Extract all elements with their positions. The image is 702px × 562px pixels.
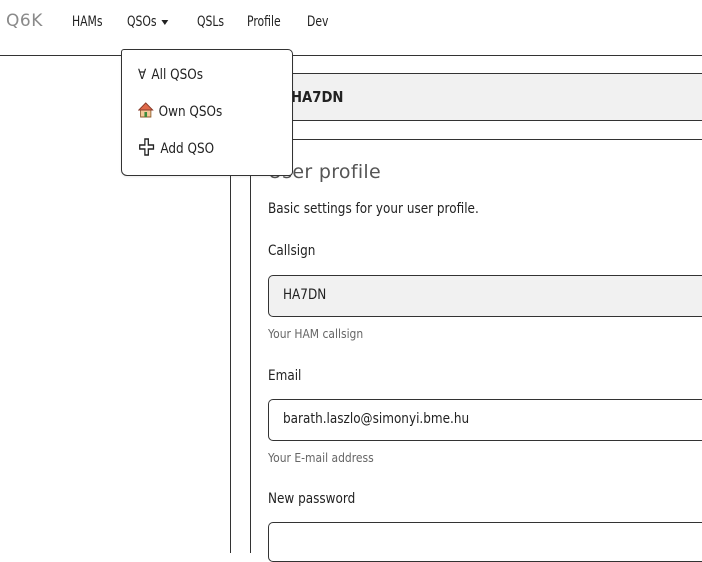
new-password-field[interactable] [268, 522, 702, 562]
brand-logo[interactable]: Q6K [6, 11, 43, 31]
new-password-label: New password [268, 491, 356, 507]
email-field[interactable]: barath.laszlo@simonyi.bme.hu [268, 399, 702, 441]
navbar: Q6K HAMs QSOs QSLs Profile Dev [0, 0, 702, 46]
section-divider [250, 139, 702, 140]
menu-item-all-qsos[interactable]: ∀ All QSOs [138, 67, 203, 83]
menu-item-label: Add QSO [160, 141, 215, 157]
navbar-divider [0, 55, 702, 56]
callsign-value: HA7DN [283, 287, 327, 303]
nav-dev[interactable]: Dev [307, 14, 328, 30]
nav-qsos[interactable]: QSOs [127, 14, 169, 30]
email-label: Email [268, 368, 302, 384]
callsign-label: Callsign [268, 243, 316, 259]
profile-description: Basic settings for your user profile. [268, 201, 479, 217]
menu-item-own-qsos[interactable]: Own QSOs [137, 102, 223, 122]
frame-line-outer [230, 155, 231, 553]
menu-item-label: All QSOs [151, 67, 204, 83]
nav-qsos-label: QSOs [127, 14, 157, 30]
plus-icon [138, 137, 155, 161]
menu-item-label: Own QSOs [158, 104, 223, 120]
callsign-help: Your HAM callsign [268, 326, 364, 341]
email-help: Your E-mail address [268, 450, 374, 465]
chevron-down-icon [161, 19, 169, 25]
nav-hams[interactable]: HAMs [72, 14, 103, 30]
nav-qsls[interactable]: QSLs [197, 14, 224, 30]
qsos-dropdown-menu: ∀ All QSOs Own QSOs Add QSO [121, 49, 293, 176]
for-all-icon: ∀ [138, 67, 147, 83]
callsign-header-bar: HA7DN [250, 73, 702, 121]
callsign-field[interactable]: HA7DN [268, 275, 702, 317]
email-value: barath.laszlo@simonyi.bme.hu [283, 411, 470, 427]
frame-line-inner [250, 155, 251, 553]
nav-profile[interactable]: Profile [247, 14, 281, 30]
header-callsign: HA7DN [291, 88, 344, 106]
menu-item-add-qso[interactable]: Add QSO [138, 137, 214, 161]
house-icon [137, 102, 154, 122]
